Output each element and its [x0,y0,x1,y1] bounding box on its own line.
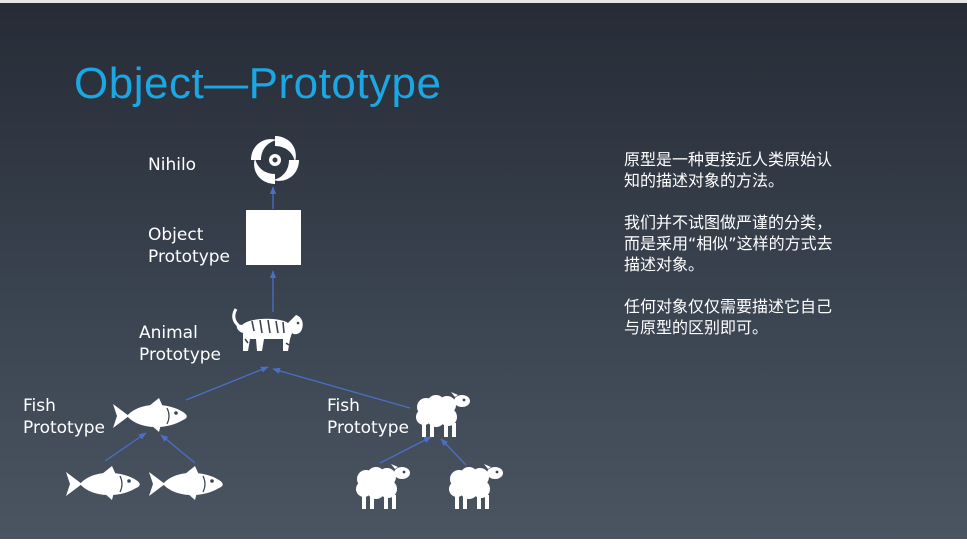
fish-prototype-icon [112,397,188,433]
note-paragraph: 原型是一种更接近人类原始认知的描述对象的方法。 [624,150,833,190]
arrow-fish2-to-fish [160,434,196,464]
slide: Object—Prototype Nihilo Object Prototype… [0,3,967,539]
sheep-child-icon [449,464,503,509]
label-nihilo: Nihilo [148,155,197,175]
arrow-sheep2-to-sheep [440,438,467,466]
label-fish-prototype: Fish Prototype [23,396,106,438]
sheep-prototype-icon [416,392,470,437]
arrow-sheep1-to-sheep [379,436,432,464]
arrow-fish1-to-fish [104,432,147,462]
object-prototype-square [246,210,301,265]
spiral-icon [251,136,299,184]
arrow-fish-to-animal [185,366,269,401]
label-object-prototype: Object Prototype [148,225,231,267]
label-animal-prototype: Animal Prototype [139,323,222,365]
note-paragraph: 我们并不试图做严谨的分类，而是采用“相似”这样的方式去描述对象。 [624,213,833,274]
note-paragraph: 任何对象仅仅需要描述它自己与原型的区别即可。 [624,297,833,337]
bottom-strip [0,539,967,546]
fish-child-icon [65,465,141,501]
sheep-child-icon [356,464,410,509]
tiger-icon [232,308,303,351]
slide-notes: 原型是一种更接近人类原始认知的描述对象的方法。 我们并不试图做严谨的分类，而是采… [624,149,844,359]
fish-child-icon [148,465,224,501]
label-sheep-prototype: Fish Prototype [327,396,410,438]
